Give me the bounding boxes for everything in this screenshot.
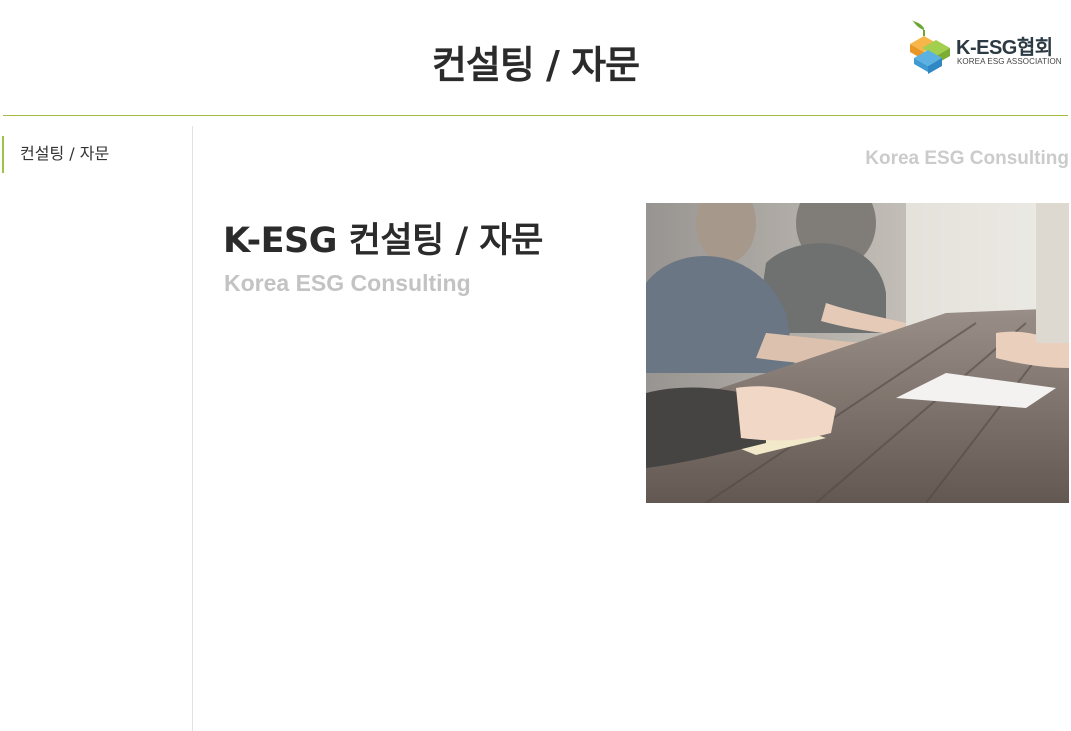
k-esg-logo-icon <box>910 20 950 74</box>
header-divider <box>3 115 1068 116</box>
sidebar: 컨설팅 / 자문 <box>0 126 193 731</box>
content-subtitle: Korea ESG Consulting <box>224 270 471 296</box>
logo-title: K-ESG협회 <box>956 37 1053 59</box>
page-header: 컨설팅 / 자문 K-ESG협회 KOREA ESG ASSOCIATION <box>0 0 1071 117</box>
sidebar-item-label: 컨설팅 / 자문 <box>20 144 110 163</box>
main-content: Korea ESG Consulting K-ESG 컨설팅 / 자문 Kore… <box>194 126 1071 731</box>
section-caption: Korea ESG Consulting <box>865 148 1069 169</box>
meeting-photo <box>646 203 1069 503</box>
meeting-photo-illustration <box>646 203 1069 503</box>
k-esg-logo[interactable]: K-ESG협회 KOREA ESG ASSOCIATION <box>908 18 1070 74</box>
logo-subtitle: KOREA ESG ASSOCIATION <box>957 57 1062 66</box>
sidebar-item-consulting[interactable]: 컨설팅 / 자문 <box>2 136 182 173</box>
content-title: K-ESG 컨설팅 / 자문 <box>223 221 543 261</box>
